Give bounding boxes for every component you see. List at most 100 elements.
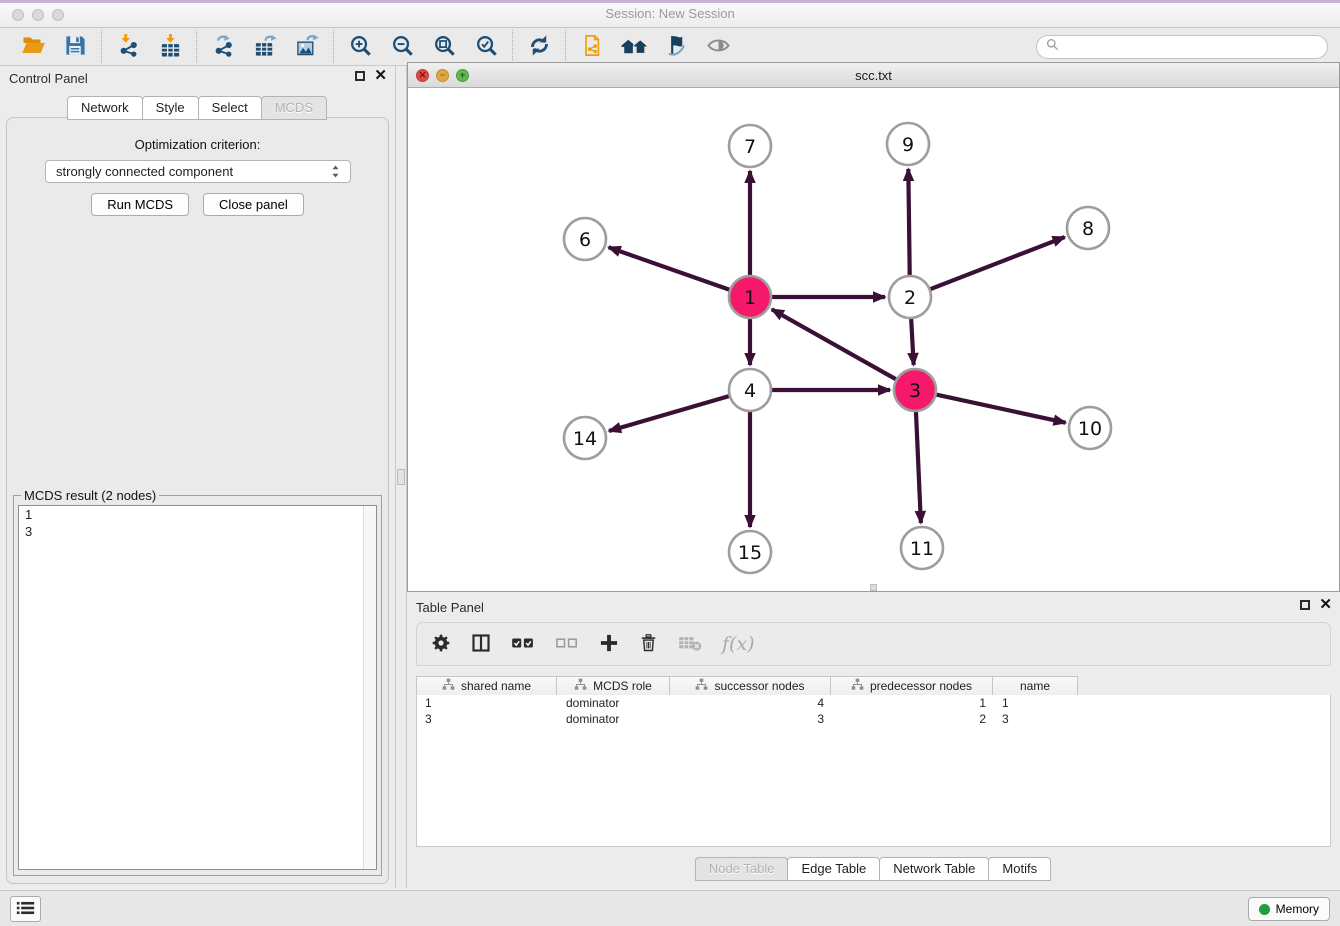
graph-node-11[interactable]: 11 xyxy=(901,527,943,569)
graph-node-3[interactable]: 3 xyxy=(894,369,936,411)
window-title: Session: New Session xyxy=(0,0,1340,28)
open-folder-button[interactable] xyxy=(12,30,54,63)
zoom-in-icon xyxy=(349,34,372,60)
svg-text:4: 4 xyxy=(744,380,756,402)
export-image-button[interactable] xyxy=(286,30,328,63)
graph-node-10[interactable]: 10 xyxy=(1069,407,1111,449)
tab-motifs[interactable]: Motifs xyxy=(988,857,1051,881)
splitter-grip[interactable] xyxy=(397,469,405,485)
graph-edge-2-9[interactable] xyxy=(908,169,909,276)
table-cell: 4 xyxy=(671,695,832,711)
table-row[interactable]: 1dominator411 xyxy=(417,695,1330,711)
graph-edge-2-3[interactable] xyxy=(911,318,914,365)
table-panel-title: Table Panel xyxy=(416,600,484,615)
table-close-icon[interactable]: ✕ xyxy=(1319,599,1332,611)
control-panel-header: Control Panel ✕ xyxy=(0,66,395,92)
column-header-shared-name[interactable]: shared name xyxy=(416,676,557,696)
memory-status-dot xyxy=(1259,904,1270,915)
zoom-selected-button[interactable] xyxy=(465,30,507,63)
search-input[interactable] xyxy=(1065,39,1318,54)
table-row[interactable]: 3dominator323 xyxy=(417,711,1330,727)
graph-node-2[interactable]: 2 xyxy=(889,276,931,318)
graph-edge-4-14[interactable] xyxy=(609,396,730,431)
import-network-button[interactable] xyxy=(107,30,149,63)
save-session-button[interactable] xyxy=(54,30,96,63)
criterion-dropdown[interactable]: strongly connected component xyxy=(45,160,351,183)
memory-label: Memory xyxy=(1276,902,1319,916)
tab-edge-table[interactable]: Edge Table xyxy=(787,857,880,881)
graph-node-7[interactable]: 7 xyxy=(729,125,771,167)
graph-node-8[interactable]: 8 xyxy=(1067,207,1109,249)
vertical-splitter[interactable] xyxy=(395,66,407,888)
optimization-criterion-label: Optimization criterion: xyxy=(7,137,388,152)
apply-layout-button[interactable] xyxy=(518,30,560,63)
column-header-predecessor-nodes[interactable]: predecessor nodes xyxy=(831,676,993,696)
delete-table-button xyxy=(678,634,702,655)
memory-button[interactable]: Memory xyxy=(1248,897,1330,921)
zoom-out-button[interactable] xyxy=(381,30,423,63)
import-table-button[interactable] xyxy=(149,30,191,63)
tab-node-table[interactable]: Node Table xyxy=(695,857,789,881)
column-header-successor-nodes[interactable]: successor nodes xyxy=(670,676,831,696)
control-panel: Control Panel ✕ NetworkStyleSelectMCDS O… xyxy=(0,66,395,888)
select-all-columns-button[interactable] xyxy=(511,634,535,655)
unselect-all-columns-button[interactable] xyxy=(555,634,579,655)
graphics-details-button[interactable] xyxy=(655,30,697,63)
graphics-details-icon xyxy=(665,34,688,60)
graph-edge-1-6[interactable] xyxy=(609,247,731,290)
result-scrollbar[interactable] xyxy=(363,506,376,869)
mcds-result-group: MCDS result (2 nodes) 13 xyxy=(13,495,382,876)
network-window-titlebar: ✕ − + scc.txt xyxy=(408,63,1339,88)
export-network-button[interactable] xyxy=(202,30,244,63)
network-resize-grip[interactable] xyxy=(870,584,877,591)
task-history-button[interactable] xyxy=(10,896,41,922)
graph-node-4[interactable]: 4 xyxy=(729,369,771,411)
svg-text:8: 8 xyxy=(1082,218,1094,240)
list-icon xyxy=(16,900,35,919)
column-header-name[interactable]: name xyxy=(993,676,1078,696)
table-cell: 3 xyxy=(671,711,832,727)
close-panel-icon[interactable]: ✕ xyxy=(374,70,387,82)
function-builder-icon: f(x) xyxy=(722,633,755,655)
new-network-from-selection-button[interactable] xyxy=(571,30,613,63)
zoom-fit-button[interactable] xyxy=(423,30,465,63)
graph-edge-2-8[interactable] xyxy=(930,237,1065,289)
graph-node-15[interactable]: 15 xyxy=(729,531,771,573)
column-header-MCDS-role[interactable]: MCDS role xyxy=(557,676,670,696)
tab-style[interactable]: Style xyxy=(142,96,199,120)
graph-edge-3-1[interactable] xyxy=(772,309,897,379)
tab-network[interactable]: Network xyxy=(67,96,143,120)
tab-network-table[interactable]: Network Table xyxy=(879,857,989,881)
tab-mcds[interactable]: MCDS xyxy=(261,96,327,120)
network-canvas[interactable]: 7 9 6 8 1 2 4 3 14 10 15 11 xyxy=(408,88,1339,591)
control-panel-title: Control Panel xyxy=(9,71,88,86)
tab-select[interactable]: Select xyxy=(198,96,262,120)
float-panel-icon[interactable] xyxy=(355,71,365,81)
search-icon xyxy=(1046,38,1059,56)
zoom-in-button[interactable] xyxy=(339,30,381,63)
import-network-icon xyxy=(117,34,140,60)
settings-gear-button[interactable] xyxy=(431,633,451,656)
table-float-icon[interactable] xyxy=(1300,600,1310,610)
graph-node-14[interactable]: 14 xyxy=(564,417,606,459)
save-session-icon xyxy=(64,34,87,60)
hierarchy-icon xyxy=(442,678,455,694)
open-folder-icon xyxy=(21,33,46,60)
graph-node-6[interactable]: 6 xyxy=(564,218,606,260)
network-title: scc.txt xyxy=(408,63,1339,88)
graph-edge-3-10[interactable] xyxy=(936,394,1066,422)
mcds-result-list[interactable]: 13 xyxy=(18,505,377,870)
home-button[interactable] xyxy=(613,30,655,63)
delete-column-button[interactable] xyxy=(639,633,658,656)
eye-button[interactable] xyxy=(697,30,739,63)
table-cell: 1 xyxy=(994,695,1079,711)
graph-edge-3-11[interactable] xyxy=(916,411,921,523)
graph-node-9[interactable]: 9 xyxy=(887,123,929,165)
add-column-button[interactable] xyxy=(599,633,619,656)
graph-node-1[interactable]: 1 xyxy=(729,276,771,318)
export-table-button[interactable] xyxy=(244,30,286,63)
run-mcds-button[interactable]: Run MCDS xyxy=(91,193,189,216)
close-panel-button[interactable]: Close panel xyxy=(203,193,304,216)
table-panel-header: Table Panel ✕ xyxy=(407,595,1340,621)
column-layout-button[interactable] xyxy=(471,633,491,656)
